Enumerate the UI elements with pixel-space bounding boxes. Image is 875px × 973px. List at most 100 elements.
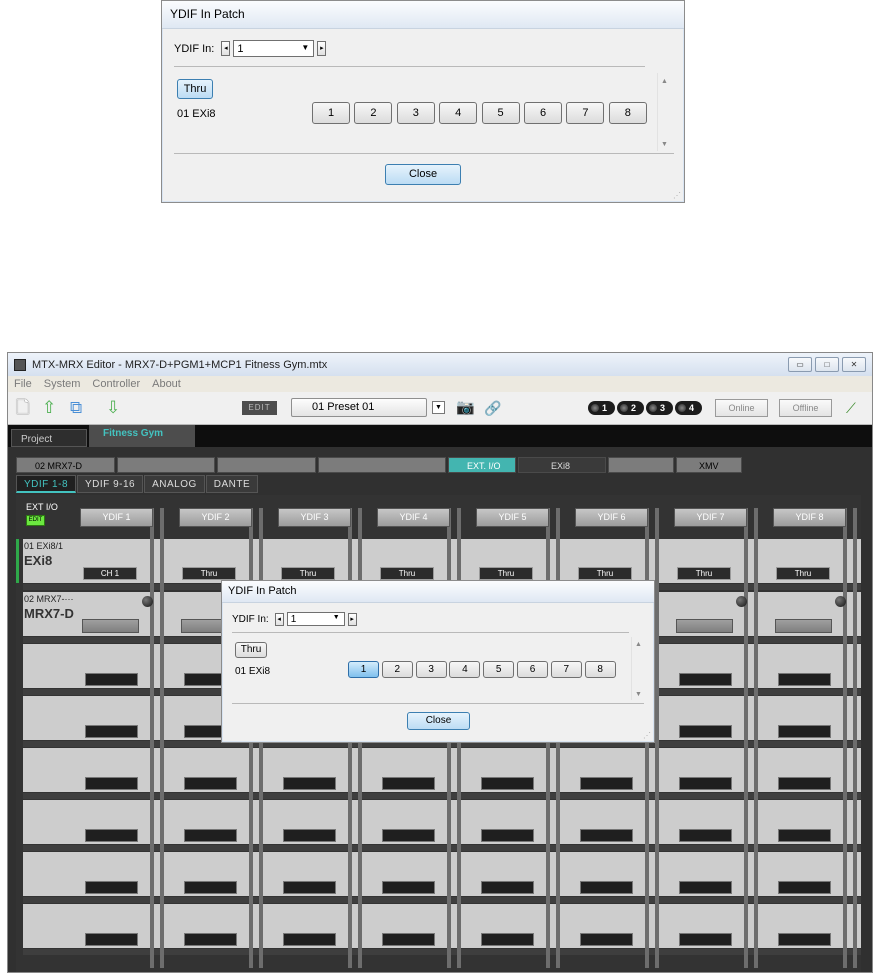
tab-ydif-9-16[interactable]: YDIF 9-16 bbox=[77, 475, 144, 493]
empty-output[interactable] bbox=[184, 933, 237, 946]
ydif-in-select[interactable]: 1 ▼ bbox=[286, 612, 345, 626]
scene-button-3[interactable]: 3 bbox=[646, 401, 673, 415]
preset-dropdown-icon[interactable]: ▼ bbox=[432, 401, 445, 414]
tab-ydif-1-8[interactable]: YDIF 1-8 bbox=[16, 475, 77, 493]
channel-button-4[interactable]: 4 bbox=[439, 102, 478, 124]
ydif-header-5[interactable]: YDIF 5 bbox=[476, 508, 549, 527]
empty-output[interactable] bbox=[580, 829, 633, 842]
prev-arrow-button[interactable]: ◂ bbox=[274, 612, 284, 626]
channel-button-8[interactable]: 8 bbox=[584, 661, 616, 678]
close-button[interactable]: Close bbox=[407, 712, 470, 730]
mrx-output[interactable] bbox=[775, 619, 832, 633]
empty-output[interactable] bbox=[580, 777, 633, 790]
device-tab-empty[interactable] bbox=[117, 457, 215, 473]
online-button[interactable]: Online bbox=[715, 399, 768, 417]
empty-output[interactable] bbox=[778, 829, 831, 842]
scroll-down-icon[interactable]: ▼ bbox=[661, 141, 668, 148]
device-tab-xmv[interactable]: XMV bbox=[676, 457, 742, 473]
device-tab-exi8[interactable]: EXi8 bbox=[518, 457, 606, 473]
empty-output[interactable] bbox=[778, 881, 831, 894]
empty-output[interactable] bbox=[679, 933, 732, 946]
ydif-in-select[interactable]: 1 ▼ bbox=[233, 40, 315, 57]
channel-button-3[interactable]: 3 bbox=[415, 661, 447, 678]
thru-output[interactable]: Thru bbox=[479, 567, 533, 580]
channel-button-5[interactable]: 5 bbox=[483, 661, 515, 678]
device-tab-empty[interactable] bbox=[608, 457, 674, 473]
menu-file[interactable]: File bbox=[14, 378, 32, 390]
mrx-output[interactable] bbox=[676, 619, 733, 633]
resize-grip-icon[interactable]: ⋰ bbox=[643, 731, 651, 740]
thru-button[interactable]: Thru bbox=[177, 79, 213, 99]
thru-output[interactable]: Thru bbox=[281, 567, 335, 580]
channel-button-8[interactable]: 8 bbox=[608, 102, 647, 124]
empty-output[interactable] bbox=[85, 881, 138, 894]
menu-about[interactable]: About bbox=[152, 378, 181, 390]
empty-output[interactable] bbox=[778, 933, 831, 946]
thru-button[interactable]: Thru bbox=[235, 642, 267, 658]
prev-arrow-button[interactable]: ◂ bbox=[221, 41, 231, 56]
empty-output[interactable] bbox=[184, 777, 237, 790]
empty-output[interactable] bbox=[382, 829, 435, 842]
close-button[interactable]: Close bbox=[385, 164, 461, 185]
ext-io-edit-button[interactable]: EDIT bbox=[26, 515, 45, 526]
channel-button-6[interactable]: 6 bbox=[524, 102, 562, 124]
empty-output[interactable] bbox=[382, 777, 435, 790]
empty-output[interactable] bbox=[481, 829, 534, 842]
channel-button-1[interactable]: 1 bbox=[312, 102, 350, 124]
empty-output[interactable] bbox=[85, 829, 138, 842]
next-arrow-button[interactable]: ▸ bbox=[317, 41, 327, 56]
menu-controller[interactable]: Controller bbox=[92, 378, 140, 390]
channel-button-7[interactable]: 7 bbox=[550, 661, 582, 678]
channel-button-4[interactable]: 4 bbox=[449, 661, 481, 678]
scrollbar[interactable]: ▲ ▼ bbox=[631, 637, 645, 700]
scroll-up-icon[interactable]: ▲ bbox=[635, 641, 642, 648]
empty-output[interactable] bbox=[85, 725, 138, 738]
channel-button-3[interactable]: 3 bbox=[396, 102, 435, 124]
empty-output[interactable] bbox=[184, 881, 237, 894]
new-file-icon[interactable]: 🗋 bbox=[16, 398, 30, 418]
next-arrow-button[interactable]: ▸ bbox=[347, 612, 357, 626]
device-tab-empty[interactable] bbox=[318, 457, 446, 473]
empty-output[interactable] bbox=[481, 881, 534, 894]
preset-field[interactable]: 01 Preset 01 bbox=[291, 398, 427, 417]
tab-fitness-gym[interactable]: Fitness Gym bbox=[89, 425, 195, 447]
ydif-header-6[interactable]: YDIF 6 bbox=[575, 508, 648, 527]
mrx-output[interactable] bbox=[82, 619, 139, 633]
empty-output[interactable] bbox=[283, 881, 336, 894]
thru-output[interactable]: Thru bbox=[578, 567, 632, 580]
ydif-header-2[interactable]: YDIF 2 bbox=[179, 508, 252, 527]
device-tab-ext-io[interactable]: EXT. I/O bbox=[448, 457, 516, 473]
empty-output[interactable] bbox=[481, 777, 534, 790]
resize-grip-icon[interactable]: ⋰ bbox=[673, 191, 681, 200]
tab-dante[interactable]: DANTE bbox=[205, 475, 259, 493]
channel-button-2[interactable]: 2 bbox=[381, 661, 413, 678]
scroll-up-icon[interactable]: ▲ bbox=[661, 78, 668, 85]
thru-output[interactable]: Thru bbox=[380, 567, 434, 580]
tab-analog[interactable]: ANALOG bbox=[144, 475, 205, 493]
scroll-down-icon[interactable]: ▼ bbox=[635, 691, 642, 698]
empty-output[interactable] bbox=[778, 777, 831, 790]
scene-button-4[interactable]: 4 bbox=[675, 401, 702, 415]
empty-output[interactable] bbox=[283, 777, 336, 790]
ch1-output[interactable]: CH 1 bbox=[83, 567, 137, 580]
channel-button-6[interactable]: 6 bbox=[517, 661, 548, 678]
empty-output[interactable] bbox=[778, 725, 831, 738]
empty-output[interactable] bbox=[382, 881, 435, 894]
empty-output[interactable] bbox=[283, 829, 336, 842]
thru-output[interactable]: Thru bbox=[182, 567, 236, 580]
scene-button-1[interactable]: 1 bbox=[588, 401, 615, 415]
empty-output[interactable] bbox=[85, 777, 138, 790]
empty-output[interactable] bbox=[778, 673, 831, 686]
save-as-icon[interactable]: ⧉ bbox=[70, 398, 82, 418]
empty-output[interactable] bbox=[85, 673, 138, 686]
link-icon[interactable]: 🔗 bbox=[484, 398, 501, 418]
empty-output[interactable] bbox=[382, 933, 435, 946]
menu-system[interactable]: System bbox=[44, 378, 81, 390]
ydif-header-8[interactable]: YDIF 8 bbox=[773, 508, 846, 527]
empty-output[interactable] bbox=[679, 829, 732, 842]
device-tab-empty[interactable] bbox=[217, 457, 316, 473]
tab-project[interactable]: Project bbox=[11, 429, 87, 447]
ydif-header-4[interactable]: YDIF 4 bbox=[377, 508, 450, 527]
ydif-header-1[interactable]: YDIF 1 bbox=[80, 508, 153, 527]
device-tab-mrx7d[interactable]: 02 MRX7-D bbox=[16, 457, 115, 473]
